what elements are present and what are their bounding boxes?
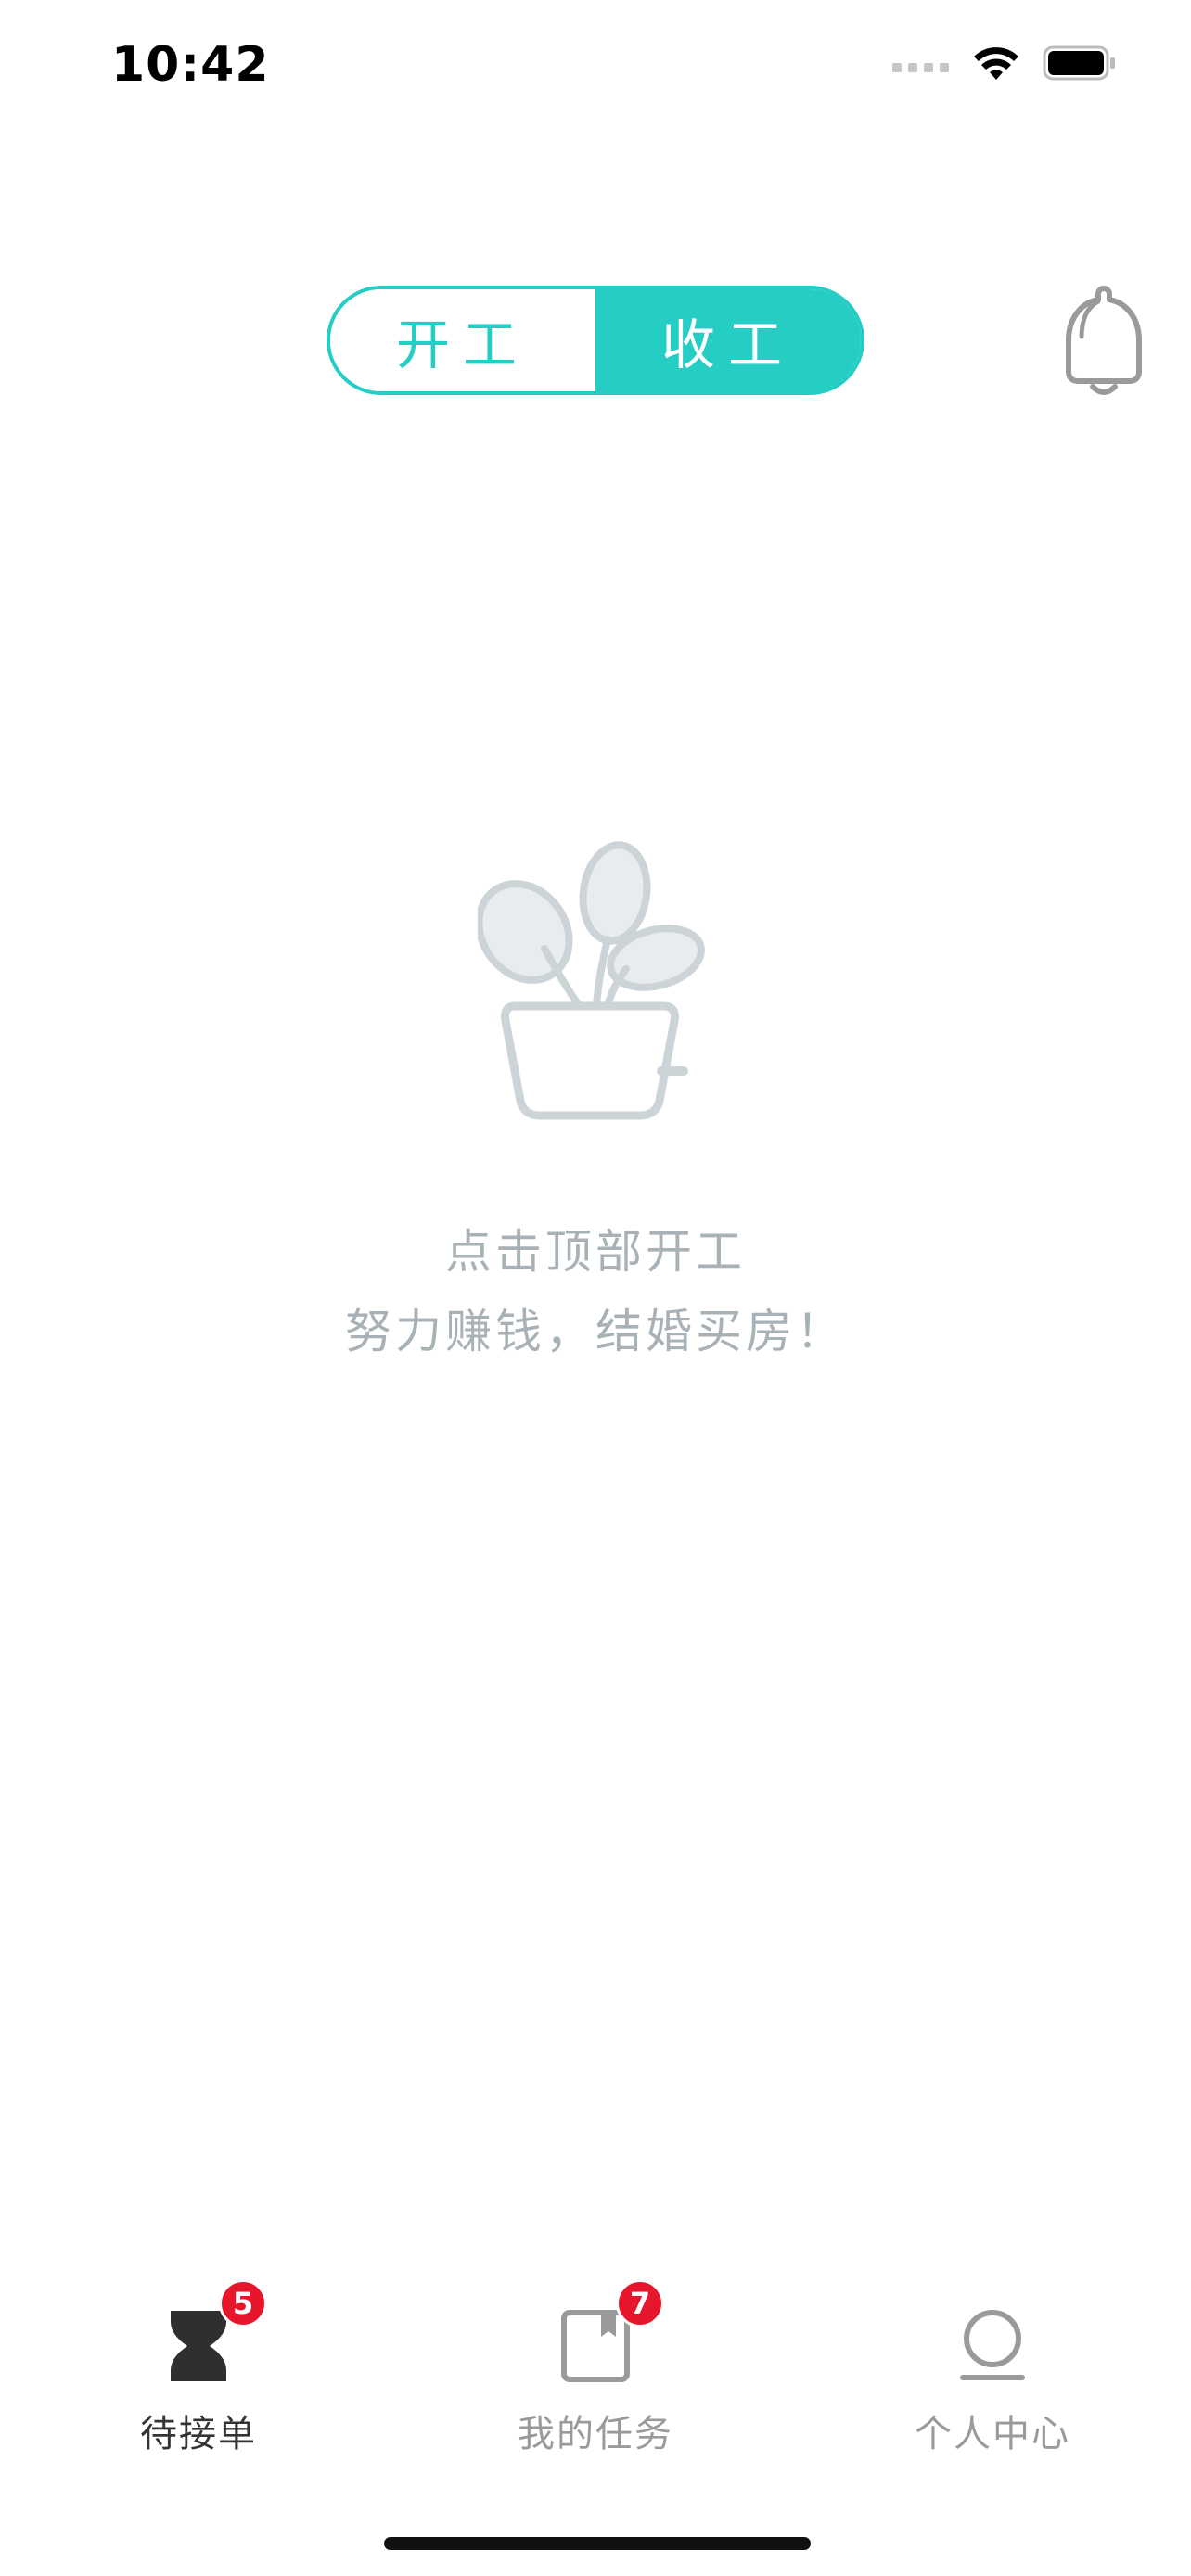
toggle-start-work-label: 开工 [395, 313, 530, 376]
tab-pending-orders[interactable]: 5 待接单 [0, 2263, 397, 2467]
home-indicator [384, 2537, 811, 2550]
toggle-start-work[interactable]: 开工 [330, 289, 596, 391]
tab-my-tasks[interactable]: 7 我的任务 [397, 2263, 794, 2467]
status-icons [892, 45, 1117, 82]
empty-state-title: 点击顶部开工 [445, 1225, 746, 1279]
work-status-toggle[interactable]: 开工 收工 [327, 286, 864, 395]
empty-state-subtitle: 努力赚钱，结婚买房！ [345, 1305, 846, 1358]
tab-profile[interactable]: 个人中心 [794, 2263, 1191, 2467]
cellular-signal-icon [892, 63, 949, 72]
potted-plant-icon [475, 839, 714, 1122]
tab-badge: 7 [616, 2279, 664, 2327]
status-bar: 10:42 [0, 0, 1191, 130]
tab-label: 个人中心 [915, 2413, 1070, 2455]
person-icon [960, 2310, 1025, 2380]
wifi-icon [974, 47, 1018, 80]
toggle-stop-work[interactable]: 收工 [596, 289, 861, 391]
tab-bar: 5 待接单 7 我的任务 个人中心 [0, 2263, 1191, 2467]
hourglass-icon [171, 2311, 226, 2381]
tab-label: 我的任务 [518, 2413, 673, 2455]
task-book-icon [561, 2310, 630, 2382]
tab-label: 待接单 [140, 2413, 257, 2455]
toggle-stop-work-label: 收工 [660, 313, 795, 376]
battery-icon [1043, 45, 1115, 81]
tab-badge: 5 [219, 2279, 267, 2327]
bell-icon[interactable] [1059, 283, 1148, 398]
status-time: 10:42 [111, 37, 270, 93]
